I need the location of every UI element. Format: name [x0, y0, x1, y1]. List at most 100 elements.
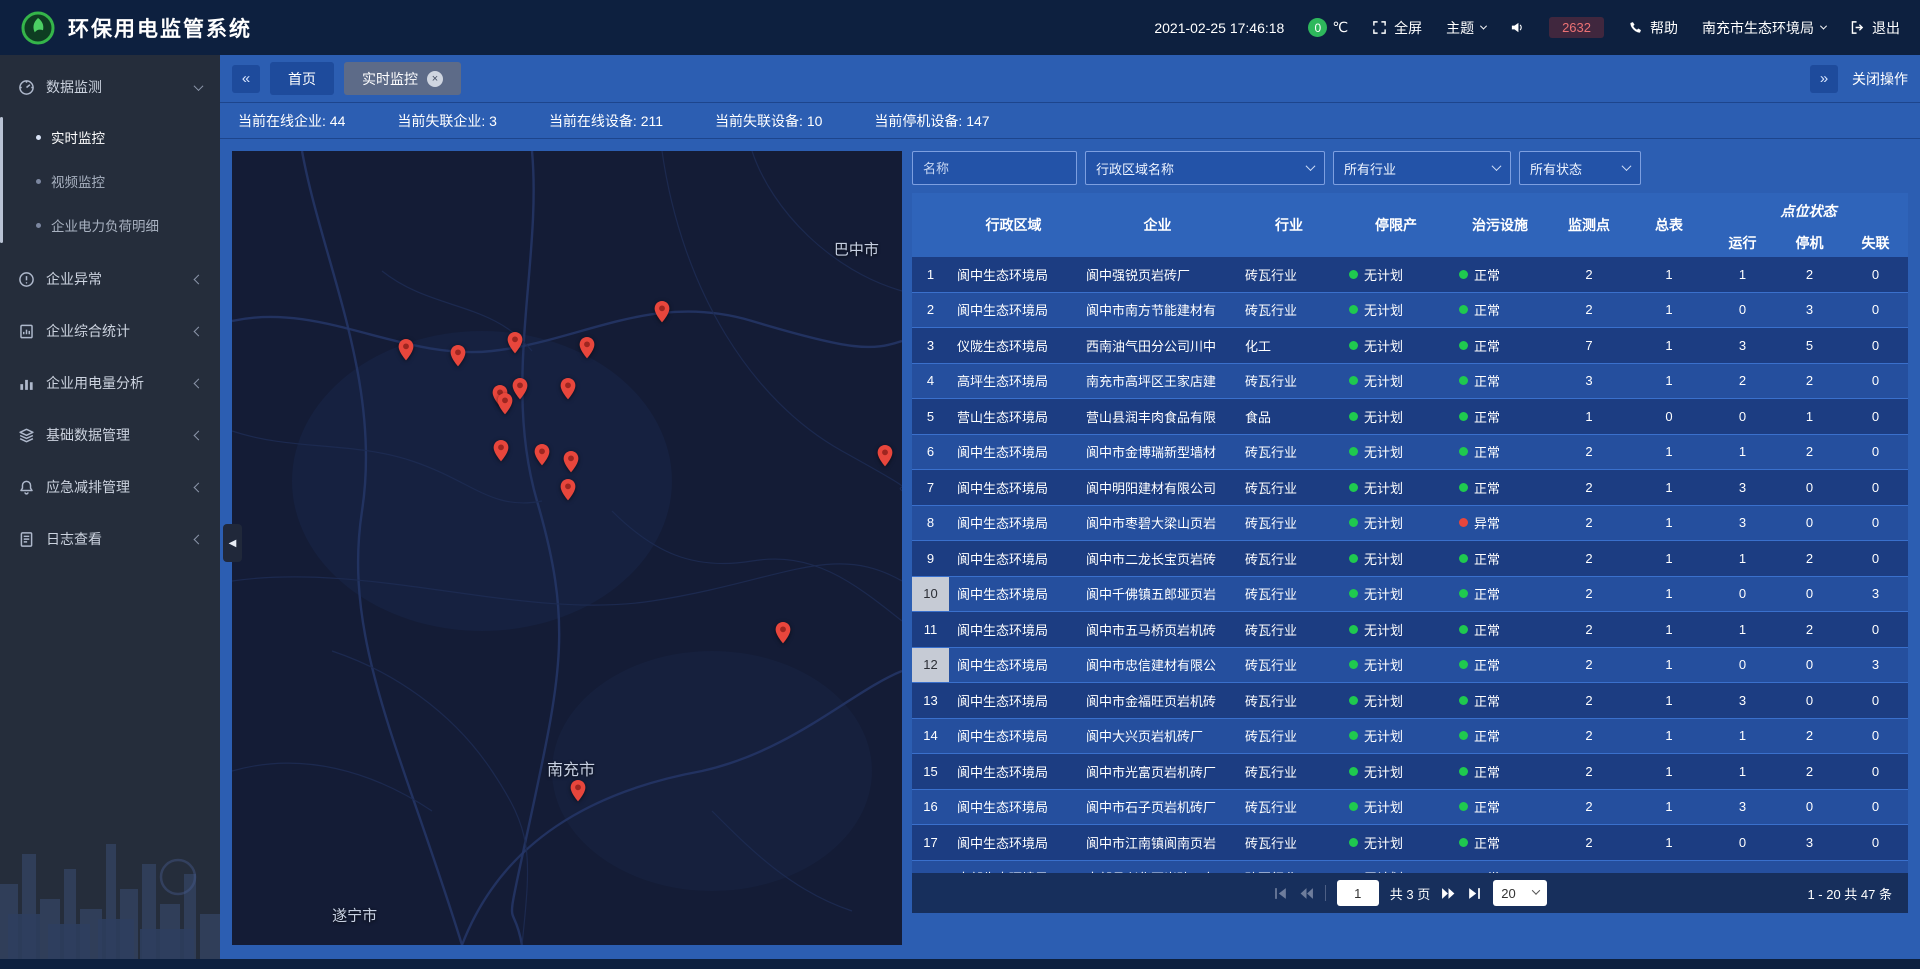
table-row[interactable]: 11阆中生态环境局阆中市五马桥页岩机砖砖瓦行业无计划正常21120: [912, 612, 1908, 648]
org-dropdown[interactable]: 南充市生态环境局: [1702, 18, 1826, 38]
map-pin[interactable]: [876, 444, 893, 467]
map-pin[interactable]: [563, 451, 580, 474]
cell-enterprise: 南充市高坪区王家店建: [1078, 364, 1237, 399]
map-pin[interactable]: [450, 344, 467, 367]
table-row[interactable]: 12阆中生态环境局阆中市忠信建材有限公砖瓦行业无计划正常21003: [912, 648, 1908, 684]
cell-lost: 0: [1843, 683, 1908, 718]
cell-facility: 正常: [1451, 577, 1549, 612]
table-row[interactable]: 1阆中生态环境局阆中强锐页岩砖厂砖瓦行业无计划正常21120: [912, 257, 1908, 293]
logout-button[interactable]: 退出: [1850, 18, 1900, 38]
tab-scroll-right-button[interactable]: »: [1810, 65, 1838, 93]
collapse-map-button[interactable]: ◀: [223, 524, 242, 562]
stat-label: 当前失联企业:: [397, 113, 489, 129]
app: 环保用电监管系统 2021-02-25 17:46:18 0 ℃ 全屏 主题 2…: [0, 0, 1920, 969]
close-tab-icon[interactable]: ×: [427, 71, 443, 87]
table-row[interactable]: 8阆中生态环境局阆中市枣碧大梁山页岩砖瓦行业无计划异常21300: [912, 506, 1908, 542]
table-row[interactable]: 9阆中生态环境局阆中市二龙长宝页岩砖砖瓦行业无计划正常21120: [912, 541, 1908, 577]
map-pin[interactable]: [506, 332, 523, 355]
cell-meters: 1: [1629, 825, 1709, 860]
sidebar-group-4[interactable]: 企业用电量分析: [0, 357, 220, 409]
map-pin[interactable]: [512, 378, 529, 401]
status-dot: [1459, 660, 1468, 669]
table-row[interactable]: 3仪陇生态环境局西南油气田分公司川中化工无计划正常71350: [912, 328, 1908, 364]
bar-chart-icon: [18, 375, 35, 392]
sidebar-group-2[interactable]: 企业异常: [0, 253, 220, 305]
tab-scroll-left-button[interactable]: «: [232, 65, 260, 93]
table-row[interactable]: 14阆中生态环境局阆中大兴页岩机砖厂砖瓦行业无计划正常21120: [912, 719, 1908, 755]
cell-region: 高坪生态环境局: [949, 364, 1078, 399]
sidebar-item-1[interactable]: 实时监控: [0, 115, 220, 159]
fullscreen-button[interactable]: 全屏: [1372, 18, 1422, 38]
sidebar-group-3[interactable]: 企业综合统计: [0, 305, 220, 357]
table-row[interactable]: 10阆中生态环境局阆中千佛镇五郎垭页岩砖瓦行业无计划正常21003: [912, 577, 1908, 613]
region-select[interactable]: 行政区域名称: [1085, 151, 1325, 185]
map-canvas[interactable]: 巴中市南充市遂宁市: [232, 151, 902, 945]
sidebar-item-3[interactable]: 企业电力负荷明细: [0, 203, 220, 247]
table-row[interactable]: 13阆中生态环境局阆中市金福旺页岩机砖砖瓦行业无计划正常21300: [912, 683, 1908, 719]
cell-points: 2: [1549, 577, 1629, 612]
status-select[interactable]: 所有状态: [1519, 151, 1641, 185]
last-page-button[interactable]: [1467, 886, 1482, 901]
help-button[interactable]: 帮助: [1628, 18, 1678, 38]
status-dot: [1459, 802, 1468, 811]
name-search-input[interactable]: [912, 151, 1077, 185]
tab-realtime-monitor[interactable]: 实时监控 ×: [344, 62, 461, 95]
status-dot: [1349, 447, 1358, 456]
cell-lost: 3: [1843, 648, 1908, 683]
page-number-input[interactable]: [1337, 880, 1379, 906]
status-dot: [1349, 518, 1358, 527]
facility-label: 正常: [1474, 726, 1500, 745]
map-pin[interactable]: [579, 336, 596, 359]
logout-icon: [1850, 20, 1865, 35]
map-pin[interactable]: [493, 440, 510, 463]
cell-points: 2: [1549, 541, 1629, 576]
map-pin[interactable]: [397, 339, 414, 362]
table-row[interactable]: 16阆中生态环境局阆中市石子页岩机砖厂砖瓦行业无计划正常21300: [912, 790, 1908, 826]
sidebar-item-2[interactable]: 视频监控: [0, 159, 220, 203]
table-row[interactable]: 7阆中生态环境局阆中明阳建材有限公司砖瓦行业无计划正常21300: [912, 470, 1908, 506]
map-pin[interactable]: [497, 392, 514, 415]
sidebar-group-7[interactable]: 日志查看: [0, 513, 220, 565]
table-row[interactable]: 4高坪生态环境局南充市高坪区王家店建砖瓦行业无计划正常31220: [912, 364, 1908, 400]
first-page-button[interactable]: [1273, 886, 1288, 901]
industry-select[interactable]: 所有行业: [1333, 151, 1511, 185]
map-pin[interactable]: [534, 444, 551, 467]
sidebar-group-6[interactable]: 应急减排管理: [0, 461, 220, 513]
sidebar-group-1[interactable]: 数据监测: [0, 61, 220, 113]
sidebar-group-5[interactable]: 基础数据管理: [0, 409, 220, 461]
map-pin[interactable]: [559, 478, 576, 501]
table-row[interactable]: 5营山生态环境局营山县润丰肉食品有限食品无计划正常10010: [912, 399, 1908, 435]
table-row[interactable]: 17阆中生态环境局阆中市江南镇阆南页岩砖瓦行业无计划正常21030: [912, 825, 1908, 861]
tab-home[interactable]: 首页: [270, 62, 334, 95]
close-operations-button[interactable]: 关闭操作: [1852, 69, 1908, 89]
cell-points: 2: [1549, 754, 1629, 789]
theme-dropdown[interactable]: 主题: [1446, 18, 1486, 38]
cell-limit: 无计划: [1341, 541, 1451, 576]
cell-stop: 0: [1776, 683, 1843, 718]
cell-run: 0: [1709, 293, 1776, 328]
col-header-limit: 停限产: [1341, 193, 1451, 257]
notification-badge[interactable]: 2632: [1549, 17, 1604, 38]
cell-points: 2: [1549, 293, 1629, 328]
limit-label: 无计划: [1364, 442, 1403, 461]
next-page-button[interactable]: [1441, 886, 1456, 901]
stat-label: 当前在线企业:: [238, 113, 330, 129]
map-pin[interactable]: [775, 621, 792, 644]
table-row[interactable]: 2阆中生态环境局阆中市南方节能建材有砖瓦行业无计划正常21030: [912, 293, 1908, 329]
cell-region: 阆中生态环境局: [949, 577, 1078, 612]
facility-label: 异常: [1474, 513, 1500, 532]
speaker-icon[interactable]: [1510, 20, 1525, 35]
status-dot: [1349, 270, 1358, 279]
record-range-label: 1 - 20 共 47 条: [1807, 884, 1892, 903]
table-row[interactable]: 6阆中生态环境局阆中市金博瑞新型墙材砖瓦行业无计划正常21120: [912, 435, 1908, 471]
table-row[interactable]: 15阆中生态环境局阆中市光富页岩机砖厂砖瓦行业无计划正常21120: [912, 754, 1908, 790]
cell-meters: 1: [1629, 506, 1709, 541]
map-pin[interactable]: [559, 377, 576, 400]
limit-label: 无计划: [1364, 833, 1403, 852]
prev-page-button[interactable]: [1299, 886, 1314, 901]
map-pin[interactable]: [654, 301, 671, 324]
table-row[interactable]: 18南部生态环境局南部县兴华页岩砖厂有砖瓦行业无计划正常21060: [912, 861, 1908, 874]
page-size-select[interactable]: 20: [1493, 880, 1547, 906]
map-pin[interactable]: [570, 779, 587, 802]
cell-industry: 砖瓦行业: [1237, 293, 1341, 328]
